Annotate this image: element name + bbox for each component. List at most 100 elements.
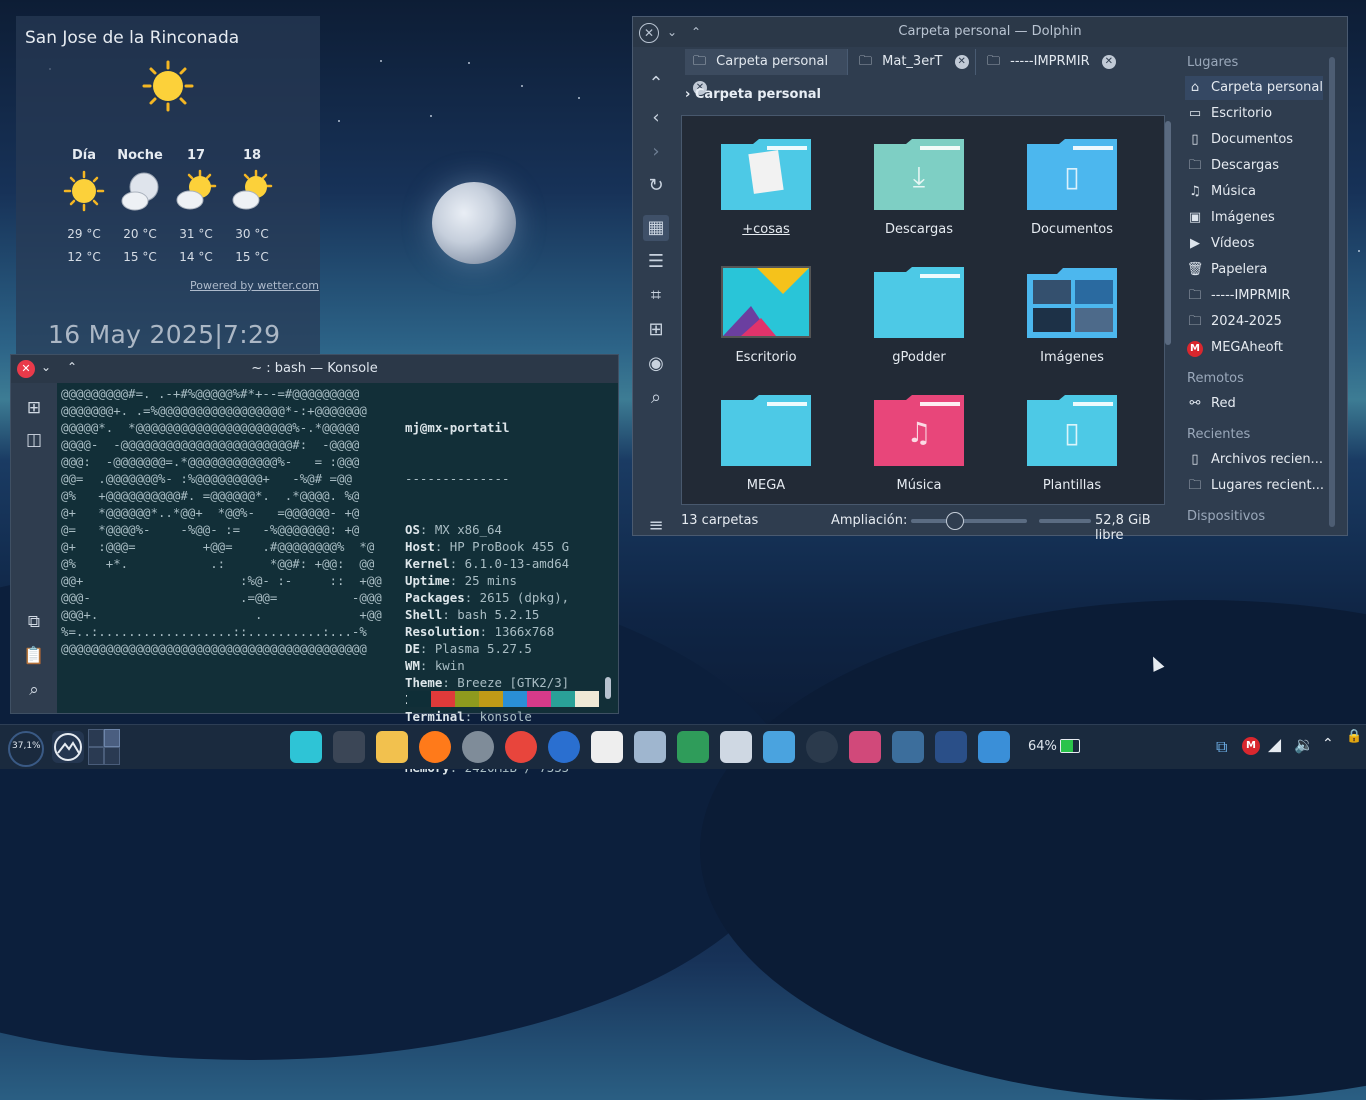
places-scrollbar[interactable]	[1329, 57, 1335, 527]
icons-view-icon[interactable]: ▦	[643, 215, 669, 241]
folder-item[interactable]: ▯ Documentos	[1012, 138, 1132, 237]
mail-icon[interactable]	[720, 731, 752, 763]
info-line: OS: MX x86_64	[405, 522, 502, 537]
powered-by-link[interactable]: Powered by wetter.com	[190, 279, 319, 292]
split-view-icon[interactable]: ⌗	[643, 283, 669, 309]
place-2024-2025[interactable]: 🗀 2024-2025	[1185, 310, 1323, 334]
chevron-up-icon[interactable]: ⌃	[1322, 736, 1334, 752]
document-icon: ▯	[1191, 132, 1199, 147]
place-archivos-recientes[interactable]: ▯ Archivos recien...	[1185, 448, 1323, 472]
sun-icon	[62, 169, 106, 213]
folder-name: Documentos	[1030, 222, 1114, 237]
folder-item[interactable]: Imágenes	[1012, 266, 1132, 365]
folder-item[interactable]: Escritorio	[706, 266, 826, 365]
paste-icon[interactable]: 📋	[23, 645, 45, 667]
tab-imprmir[interactable]: 🗀 -----IMPRMIR ✕	[979, 49, 1139, 75]
place-megaheoft[interactable]: M MEGAheoft	[1185, 336, 1323, 360]
info-line: DE: Plasma 5.27.5	[405, 641, 532, 656]
search-icon[interactable]: ⌕	[23, 679, 45, 701]
terminal-icon[interactable]	[333, 731, 365, 763]
folder-icon: 🗀	[1188, 158, 1202, 173]
folder-item[interactable]: ⤓ Descargas	[859, 138, 979, 237]
place-documentos[interactable]: ▯ Documentos	[1185, 128, 1323, 152]
firefox-icon[interactable]	[419, 731, 451, 763]
battery-icon[interactable]	[1060, 739, 1080, 753]
weather-low: 15 °C	[123, 250, 157, 264]
mega-tray-icon[interactable]: M	[1242, 737, 1260, 755]
go-up-icon[interactable]: ⌃	[643, 71, 669, 97]
folder-item[interactable]: gPodder	[859, 266, 979, 365]
place-papelera[interactable]: 🗑 Papelera	[1185, 258, 1323, 282]
place-descargas[interactable]: 🗀 Descargas	[1185, 154, 1323, 178]
new-tab-icon[interactable]: ⊞	[23, 397, 45, 419]
document-icon[interactable]	[591, 731, 623, 763]
folder-icon: 🗀	[1188, 314, 1202, 329]
cards-icon[interactable]	[677, 731, 709, 763]
chrome-icon[interactable]	[505, 731, 537, 763]
tab-mat-3ert[interactable]: 🗀 Mat_3erT ✕	[851, 49, 976, 75]
place-videos[interactable]: ▶ Vídeos	[1185, 232, 1323, 256]
back-icon[interactable]: ‹	[643, 105, 669, 131]
folder-item[interactable]: MEGA	[706, 394, 826, 493]
calculator-icon[interactable]	[634, 731, 666, 763]
new-tab-icon[interactable]: ⊞	[643, 317, 669, 343]
search-icon[interactable]: ⌕	[643, 385, 669, 411]
tab-label: -----IMPRMIR	[1010, 54, 1090, 69]
folder-name: Escritorio	[735, 350, 797, 365]
zoom-slider-handle[interactable]	[945, 512, 964, 530]
svg-text:♫: ♫	[906, 416, 931, 449]
split-view-icon[interactable]: ◫	[23, 429, 45, 451]
thunderbird-icon[interactable]	[548, 731, 580, 763]
details-view-icon[interactable]: ☰	[643, 249, 669, 275]
telegram-icon[interactable]	[462, 731, 494, 763]
bitwarden-icon[interactable]	[935, 731, 967, 763]
recent-folder-icon: 🗀	[1188, 478, 1202, 493]
video-editor-icon[interactable]	[806, 731, 838, 763]
folder-item[interactable]: +cosas	[706, 138, 826, 237]
cpu-monitor[interactable]: 37,1%	[8, 731, 44, 767]
free-space: 52,8 GiB libre	[1095, 513, 1151, 543]
folder-item[interactable]: ▯ Plantillas	[1012, 394, 1132, 493]
close-tab-icon[interactable]: ✕	[1101, 54, 1116, 69]
place-lugares-recientes[interactable]: 🗀 Lugares recient...	[1185, 474, 1323, 498]
sun-cloud-icon	[174, 169, 218, 213]
reload-icon[interactable]: ↻	[643, 173, 669, 199]
kdeconnect-icon[interactable]	[849, 731, 881, 763]
view-scrollbar[interactable]	[1165, 121, 1171, 345]
play-icon: ▶	[1190, 236, 1200, 251]
place-musica[interactable]: ♫ Música	[1185, 180, 1323, 204]
weather-high: 31 °C	[179, 227, 213, 241]
copy-icon[interactable]: ⧉	[23, 611, 45, 633]
chevron-right-icon: ›	[685, 87, 695, 102]
wifi-icon[interactable]: ◢	[1268, 735, 1281, 755]
share-icon[interactable]	[763, 731, 795, 763]
mx-menu-icon[interactable]	[52, 731, 84, 763]
place-carpeta-personal[interactable]: ⌂ Carpeta personal	[1185, 76, 1323, 100]
weather-day-label: Día	[71, 148, 97, 163]
place-escritorio[interactable]: ▭ Escritorio	[1185, 102, 1323, 126]
konsole-titlebar[interactable]: ✕ ⌄ ⌃ ~ : bash — Konsole	[11, 355, 618, 383]
zoom-slider[interactable]	[911, 512, 1027, 530]
volume-icon[interactable]: 🔉	[1294, 735, 1314, 754]
terminal-scrollbar[interactable]	[605, 677, 611, 699]
cpu-load: 37,1%	[12, 741, 41, 751]
breadcrumb[interactable]: › Carpeta personal	[685, 87, 821, 102]
lock-icon[interactable]: 🔒	[1346, 729, 1362, 744]
hamburger-menu-icon[interactable]: ≡	[643, 513, 669, 539]
forward-icon[interactable]: ›	[643, 139, 669, 165]
image-viewer-icon[interactable]	[290, 731, 322, 763]
folder-item[interactable]: ♫ Música	[859, 394, 979, 493]
toggle-icon[interactable]	[892, 731, 924, 763]
tab-carpeta-personal[interactable]: 🗀 Carpeta personal ✕	[685, 49, 848, 95]
preview-icon[interactable]: ◉	[643, 351, 669, 377]
dolphin-titlebar[interactable]: ✕ ⌄ ⌃ Carpeta personal — Dolphin	[633, 17, 1347, 47]
store-icon[interactable]	[978, 731, 1010, 763]
disk-icon[interactable]: ⧉	[1216, 737, 1227, 757]
place-imagenes[interactable]: ▣ Imágenes	[1185, 206, 1323, 230]
close-tab-icon[interactable]: ✕	[954, 54, 969, 69]
place-red[interactable]: ⚯ Red	[1185, 392, 1323, 416]
place-imprmir[interactable]: 🗀 -----IMPRMIR	[1185, 284, 1323, 308]
folder-icon[interactable]	[376, 731, 408, 763]
window-title: ~ : bash — Konsole	[251, 361, 378, 376]
pager[interactable]	[88, 729, 120, 765]
